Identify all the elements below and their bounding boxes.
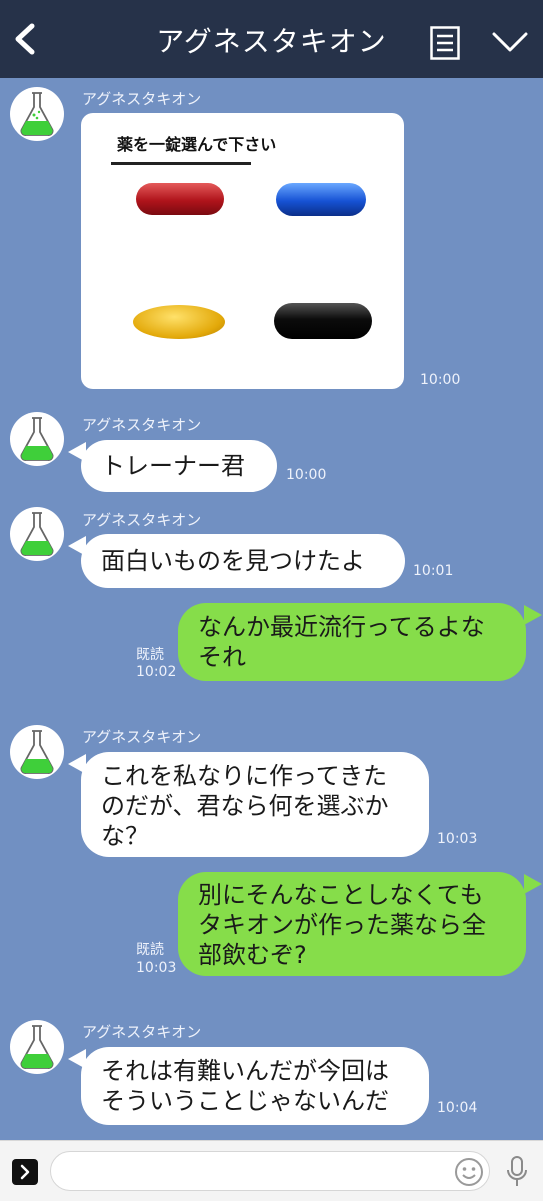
image-caption: 薬を一錠選んで下さい xyxy=(117,135,277,154)
sender-name: アグネスタキオン xyxy=(82,1023,202,1041)
bubble-tail xyxy=(524,874,542,894)
flask-icon xyxy=(20,512,54,556)
chat-title: アグネスタキオン xyxy=(156,25,387,58)
sent-bubble[interactable]: なんか最近流行ってるよな それ xyxy=(178,603,526,681)
message-time: 10:00 xyxy=(286,467,327,483)
received-bubble[interactable]: トレーナー君 xyxy=(81,440,277,492)
sender-name: アグネスタキオン xyxy=(82,416,202,434)
expand-arrow-icon[interactable] xyxy=(12,1159,38,1185)
flask-icon xyxy=(20,417,54,461)
caption-underline xyxy=(111,162,251,165)
image-message[interactable]: 薬を一錠選んで下さい xyxy=(81,113,404,389)
message-time: 10:01 xyxy=(413,563,454,579)
sender-name: アグネスタキオン xyxy=(82,511,202,529)
read-status: 既読 xyxy=(136,942,164,958)
message-input-bar xyxy=(0,1140,543,1201)
chat-header: アグネスタキオン xyxy=(0,0,543,78)
flask-icon xyxy=(20,92,54,136)
received-bubble[interactable]: これを私なりに作ってきた のだが、君なら何を選ぶか な？ xyxy=(81,752,429,857)
message-input[interactable] xyxy=(50,1151,490,1191)
bubble-tail xyxy=(524,605,542,625)
avatar[interactable] xyxy=(10,725,64,779)
smiley-icon[interactable] xyxy=(454,1157,484,1187)
avatar[interactable] xyxy=(10,87,64,141)
avatar[interactable] xyxy=(10,507,64,561)
red-pill xyxy=(136,183,224,215)
blue-pill xyxy=(276,183,366,216)
chevron-down-icon[interactable] xyxy=(492,30,528,54)
message-time: 10:03 xyxy=(136,960,177,976)
message-time: 10:04 xyxy=(437,1100,478,1116)
microphone-icon[interactable] xyxy=(506,1155,528,1189)
flask-icon xyxy=(20,1025,54,1069)
notes-icon[interactable] xyxy=(430,26,460,60)
yellow-pill xyxy=(133,305,225,339)
message-time: 10:02 xyxy=(136,664,177,680)
sent-bubble[interactable]: 別にそんなことしなくても タキオンが作った薬なら全 部飲むぞ? xyxy=(178,872,526,976)
message-time: 10:00 xyxy=(420,372,461,388)
received-bubble[interactable]: 面白いものを見つけたよ xyxy=(81,534,405,588)
message-time: 10:03 xyxy=(437,831,478,847)
read-status: 既読 xyxy=(136,647,164,663)
received-bubble[interactable]: それは有難いんだが今回は そういうことじゃないんだ xyxy=(81,1047,429,1125)
sender-name: アグネスタキオン xyxy=(82,90,202,108)
black-pill xyxy=(274,303,372,339)
avatar[interactable] xyxy=(10,1020,64,1074)
sender-name: アグネスタキオン xyxy=(82,728,202,746)
flask-icon xyxy=(20,730,54,774)
avatar[interactable] xyxy=(10,412,64,466)
